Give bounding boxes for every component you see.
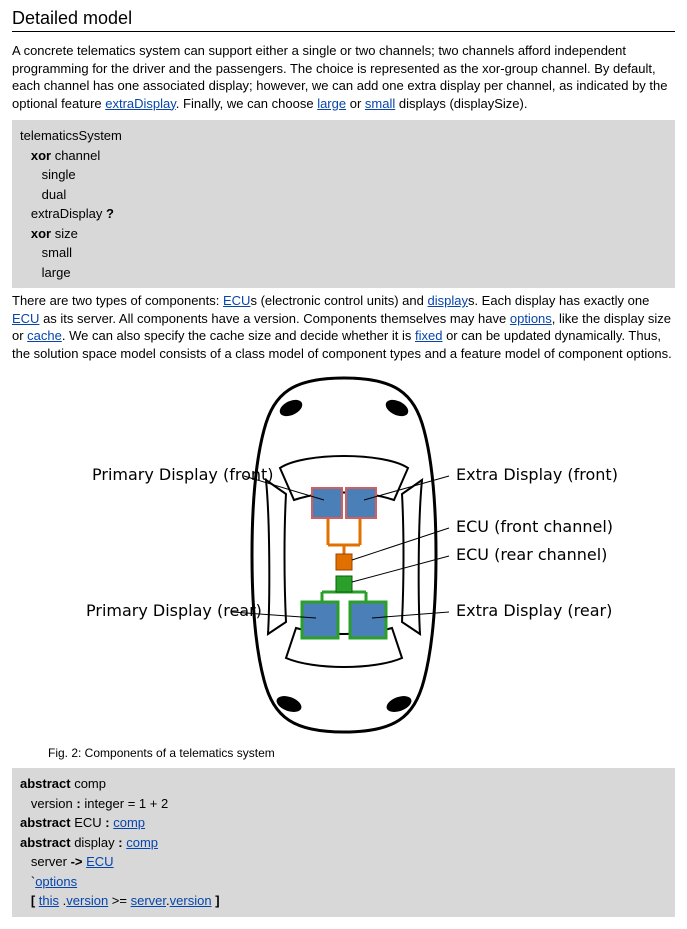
figure-caption: Fig. 2: Components of a telematics syste… (48, 746, 675, 760)
code-line: single (42, 167, 76, 182)
link-ecu[interactable]: ECU (86, 854, 113, 869)
components-paragraph: There are two types of components: ECUs … (12, 292, 675, 362)
car-diagram-svg: Primary Display (front) Extra Display (f… (34, 370, 654, 740)
link-comp[interactable]: comp (113, 815, 145, 830)
code-keyword: abstract (20, 776, 71, 791)
link-cache[interactable]: cache (27, 328, 62, 343)
code-keyword: xor (31, 148, 51, 163)
code-text: version (31, 796, 77, 811)
text-fragment: . We can also specify the cache size and… (62, 328, 415, 343)
code-block-feature-model: telematicsSystem xor channel single dual… (12, 120, 675, 288)
link-this[interactable]: this (39, 893, 59, 908)
link-ecu[interactable]: ECU (223, 293, 250, 308)
code-text: server (31, 854, 71, 869)
text-fragment: s (electronic control units) and (250, 293, 427, 308)
label-primary-display-rear: Primary Display (rear) (86, 601, 262, 620)
code-line: telematicsSystem (20, 128, 122, 143)
code-keyword: abstract (20, 835, 71, 850)
text-fragment: . Finally, we can choose (176, 96, 317, 111)
link-large[interactable]: large (317, 96, 346, 111)
link-ecu[interactable]: ECU (12, 311, 39, 326)
code-keyword: : (105, 815, 109, 830)
code-text: . (59, 893, 66, 908)
figure-telematics-diagram: Primary Display (front) Extra Display (f… (12, 370, 675, 760)
link-display[interactable]: display (427, 293, 467, 308)
intro-paragraph: A concrete telematics system can support… (12, 42, 675, 112)
code-line: dual (42, 187, 67, 202)
label-ecu-rear: ECU (rear channel) (456, 545, 607, 564)
label-extra-display-rear: Extra Display (rear) (456, 601, 612, 620)
code-text: [ (31, 893, 39, 908)
code-keyword: ] (215, 893, 219, 908)
label-primary-display-front: Primary Display (front) (92, 465, 274, 484)
code-line: small (42, 245, 72, 260)
link-extradisplay[interactable]: extraDisplay (105, 96, 176, 111)
text-fragment: as its server. All components have a ver… (39, 311, 509, 326)
code-block-class-model: abstract comp version : integer = 1 + 2 … (12, 768, 675, 917)
label-ecu-front: ECU (front channel) (456, 517, 613, 536)
code-text: ECU (71, 815, 106, 830)
code-text: extraDisplay (31, 206, 106, 221)
section-heading: Detailed model (12, 8, 675, 32)
link-comp[interactable]: comp (126, 835, 158, 850)
code-text: channel (51, 148, 100, 163)
link-version[interactable]: version (66, 893, 108, 908)
link-options[interactable]: options (35, 874, 77, 889)
code-keyword: : (118, 835, 122, 850)
link-server[interactable]: server (131, 893, 166, 908)
code-keyword: xor (31, 226, 51, 241)
link-fixed[interactable]: fixed (415, 328, 442, 343)
text-fragment: There are two types of components: (12, 293, 223, 308)
code-text: >= (108, 893, 130, 908)
code-text: integer = 1 + 2 (81, 796, 168, 811)
code-text: display (71, 835, 119, 850)
code-keyword: abstract (20, 815, 71, 830)
code-keyword: ? (106, 206, 114, 221)
text-fragment: or (346, 96, 365, 111)
code-text: comp (71, 776, 106, 791)
code-text: size (51, 226, 78, 241)
code-keyword: -> (71, 854, 83, 869)
link-options[interactable]: options (510, 311, 552, 326)
text-fragment: displays (displaySize). (395, 96, 527, 111)
code-line: large (42, 265, 71, 280)
link-small[interactable]: small (365, 96, 395, 111)
link-version[interactable]: version (170, 893, 212, 908)
label-extra-display-front: Extra Display (front) (456, 465, 618, 484)
text-fragment: s. Each display has exactly one (468, 293, 649, 308)
